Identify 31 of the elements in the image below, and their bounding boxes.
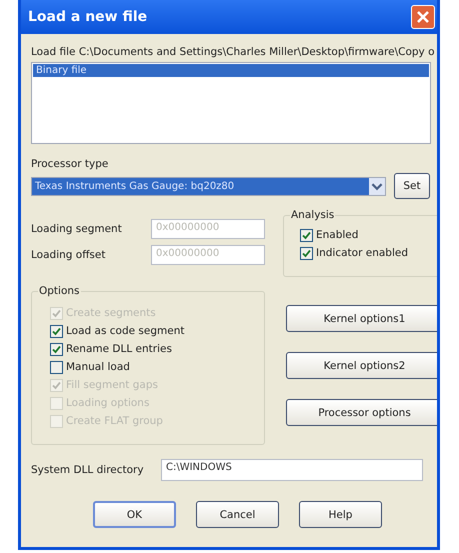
options-button[interactable]: Kernel options2 bbox=[286, 352, 437, 379]
processor-label: Processor type bbox=[31, 158, 110, 170]
checkbox-label: Rename DLL entries bbox=[66, 343, 172, 355]
close-icon bbox=[416, 10, 430, 24]
checkbox[interactable] bbox=[300, 246, 313, 260]
checkbox[interactable] bbox=[50, 360, 63, 374]
list-item[interactable]: Binary file bbox=[33, 64, 429, 77]
set-button[interactable]: Set bbox=[394, 173, 430, 199]
load-file-label: Load file C:\Documents and Settings\Charles Miller\Desktop\firmware\Copy o bbox=[31, 46, 436, 58]
checkbox-label: Indicator enabled bbox=[316, 247, 408, 259]
field-label: System DLL directory bbox=[31, 464, 145, 476]
options-button[interactable]: Kernel options1 bbox=[286, 305, 437, 332]
checkbox[interactable] bbox=[50, 342, 63, 356]
field-label: Loading offset bbox=[31, 249, 106, 261]
field-label: Loading segment bbox=[31, 223, 123, 235]
checkbox-label: Enabled bbox=[316, 229, 358, 241]
checkbox-label: Manual load bbox=[66, 361, 130, 373]
checkbox[interactable] bbox=[50, 324, 63, 338]
options-button[interactable]: Processor options bbox=[286, 399, 437, 426]
dialog-button[interactable]: Cancel bbox=[196, 501, 279, 528]
group-title: Analysis bbox=[290, 209, 336, 221]
group-title: Options bbox=[38, 285, 81, 297]
window-title: Load a new file bbox=[28, 9, 148, 25]
dialog-button[interactable]: OK bbox=[93, 501, 176, 528]
checkbox[interactable] bbox=[300, 228, 313, 242]
close-button[interactable] bbox=[411, 5, 435, 29]
processor-dropdown[interactable]: Texas Instruments Gas Gauge: bq20z80 bbox=[31, 176, 386, 196]
dialog-button[interactable]: Help bbox=[299, 501, 382, 528]
caret-icon bbox=[369, 178, 385, 194]
checkbox-label: Load as code segment bbox=[66, 325, 184, 337]
input-field[interactable]: C:\WINDOWS bbox=[161, 459, 423, 481]
